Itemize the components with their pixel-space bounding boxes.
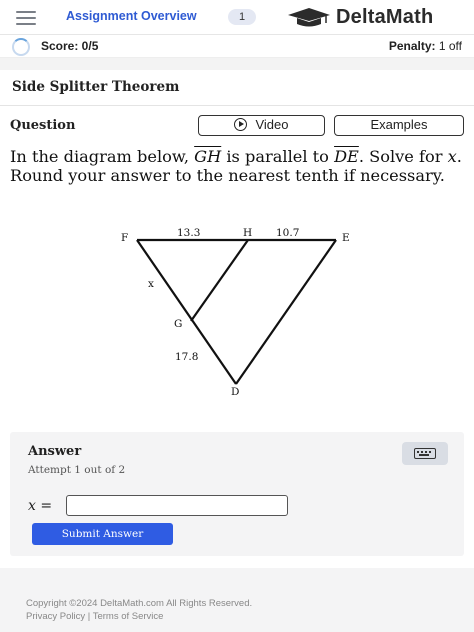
assignment-count-badge: 1: [228, 9, 256, 25]
divider: [0, 105, 474, 106]
segment-gh: GH: [194, 147, 222, 166]
segment-ed: [235, 239, 337, 385]
point-label-d: D: [231, 386, 239, 398]
graduation-cap-icon: [288, 8, 330, 27]
segment-de: DE: [334, 147, 359, 166]
point-label-f: F: [121, 232, 128, 244]
answer-variable-label: x =: [28, 498, 53, 514]
triangle-diagram: F H E G D 13.3 10.7 x 17.8: [121, 227, 350, 398]
point-label-h: H: [243, 227, 252, 239]
segment-hg: [190, 239, 249, 322]
footer-links: Privacy Policy | Terms of Service: [26, 611, 164, 622]
privacy-policy-link[interactable]: Privacy Policy: [26, 611, 85, 622]
answer-input[interactable]: [66, 495, 288, 516]
keyboard-toggle-button[interactable]: [402, 442, 448, 465]
answer-card: Answer Attempt 1 out of 2 x = Submit Ans…: [10, 432, 464, 556]
spacer: [0, 58, 474, 70]
length-label-gd: 17.8: [175, 351, 198, 363]
problem-title: Side Splitter Theorem: [12, 79, 180, 95]
point-label-g: G: [174, 318, 182, 330]
submit-answer-button[interactable]: Submit Answer: [32, 523, 173, 545]
terms-of-service-link[interactable]: Terms of Service: [93, 611, 164, 622]
assignment-overview-link[interactable]: Assignment Overview: [66, 9, 197, 23]
play-circle-icon: [234, 118, 248, 131]
question-text: In the diagram below, GH is parallel to …: [10, 147, 462, 185]
penalty-text: Penalty: 1 off: [388, 39, 462, 53]
length-label-fh: 13.3: [177, 227, 200, 239]
score-text: Score: 0/5: [41, 39, 99, 53]
point-label-e: E: [342, 232, 350, 244]
score-bar: Score: 0/5 Penalty: 1 off: [0, 35, 474, 58]
examples-button[interactable]: Examples: [334, 115, 464, 136]
copyright-text: Copyright ©2024 DeltaMath.com All Rights…: [26, 598, 253, 609]
keyboard-icon: [414, 448, 436, 459]
length-label-fg: x: [148, 278, 154, 290]
menu-icon[interactable]: [16, 11, 36, 25]
top-bar: Assignment Overview 1 DeltaMath: [0, 0, 474, 35]
video-button[interactable]: Video: [198, 115, 325, 136]
score-progress-icon: [12, 38, 30, 56]
attempt-counter: Attempt 1 out of 2: [28, 464, 126, 476]
question-label: Question: [10, 118, 76, 133]
answer-title: Answer: [28, 444, 82, 459]
footer: Copyright ©2024 DeltaMath.com All Rights…: [0, 568, 474, 632]
variable-x: x: [447, 147, 457, 166]
deltamath-logo[interactable]: DeltaMath: [336, 6, 433, 29]
length-label-he: 10.7: [276, 227, 299, 239]
